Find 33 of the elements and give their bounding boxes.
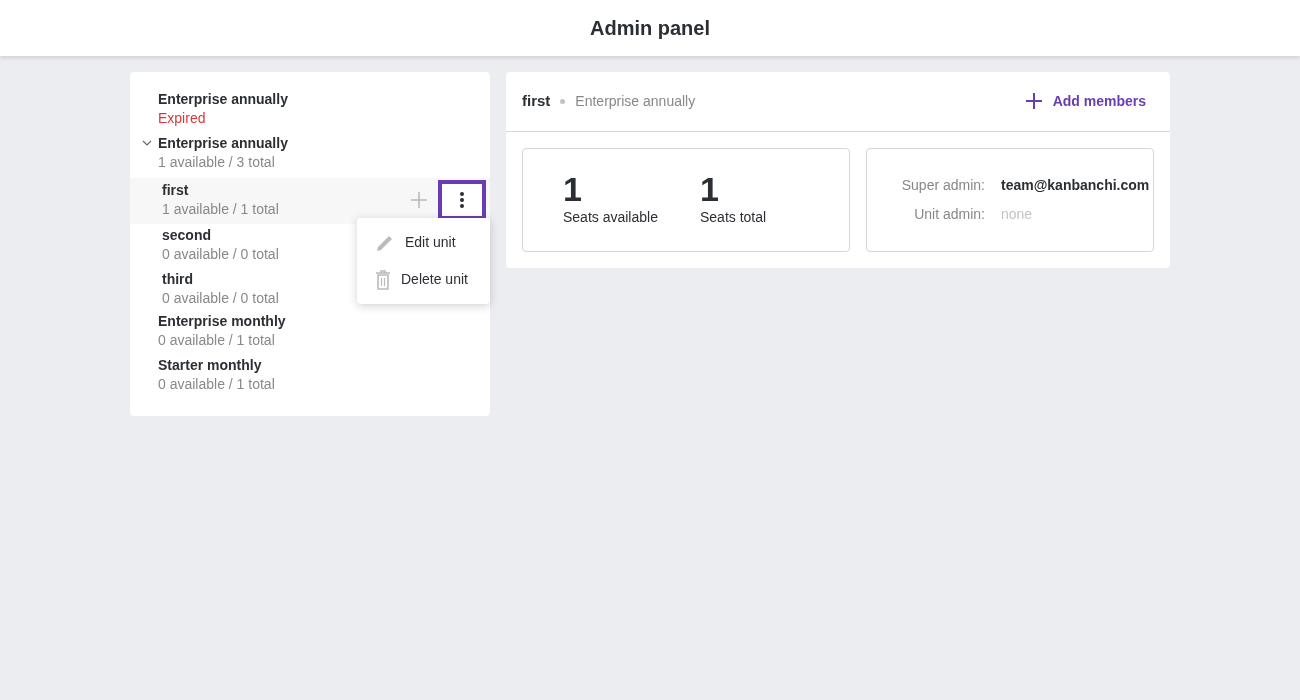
more-vertical-icon [460,192,464,208]
plan-name: Enterprise annually [575,91,696,111]
unit-name: third [162,270,194,289]
seat-number: 1 [700,171,720,207]
admin-label: Super admin: [900,175,985,195]
trash-icon [375,269,391,290]
seat-count: 0 available / 0 total [162,245,279,264]
menu-item[interactable]: Delete unit [357,261,490,298]
seat-count: 0 available / 1 total [158,331,275,350]
seat-label: Seats available [563,208,659,227]
expired-status: Expired [158,109,206,128]
menu-item[interactable]: Edit unit [357,224,490,261]
seat-count: 1 available / 3 total [158,153,275,172]
more-options-button[interactable] [438,180,486,220]
unit-name: second [162,226,211,245]
admin-label: Unit admin: [913,204,985,224]
separator-dot [560,98,566,104]
chevron-down-icon[interactable] [142,139,152,147]
plan-name[interactable]: Enterprise annually [158,134,288,153]
plus-icon [1024,92,1043,111]
seat-count: 0 available / 1 total [158,375,275,394]
seat-label: Seats total [700,208,768,227]
plan-name[interactable]: Enterprise monthly [158,312,286,331]
seat-count: 1 available / 1 total [162,200,279,219]
unit-name: first [162,181,189,200]
admin-value: none [1001,204,1033,224]
seat-number: 1 [563,171,583,207]
unit-name: first [522,91,551,111]
plan-name[interactable]: Starter monthly [158,356,262,375]
admin-value: team@kanbanchi.com [1001,175,1150,195]
add-members-button[interactable]: Add members [1024,90,1146,112]
plan-name[interactable]: Enterprise annually [158,90,288,109]
page-title: Admin panel [590,16,710,40]
